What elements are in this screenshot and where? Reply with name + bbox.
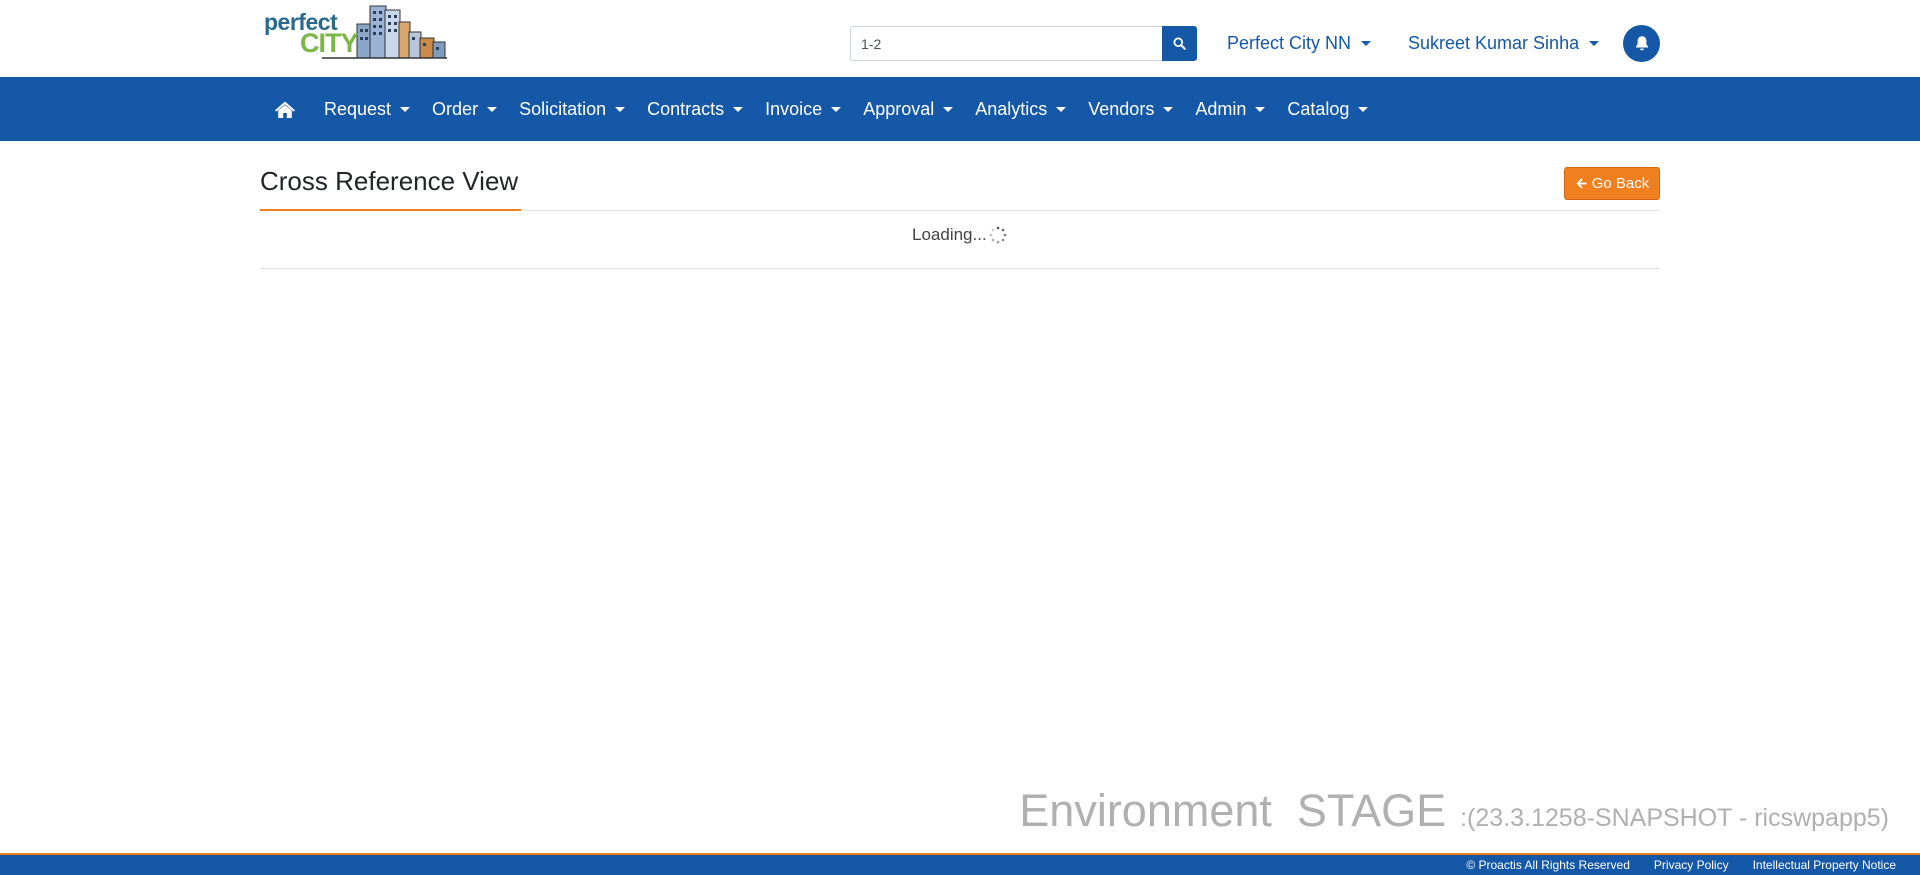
- search-input[interactable]: [850, 26, 1162, 61]
- nav-item-admin[interactable]: Admin: [1186, 77, 1278, 141]
- loading-text: Loading...: [912, 225, 987, 244]
- notifications-button[interactable]: [1623, 25, 1660, 62]
- chevron-down-icon: [400, 106, 411, 112]
- nav-item-request[interactable]: Request: [315, 77, 423, 141]
- page-title: Cross Reference View: [260, 166, 519, 196]
- home-icon: [275, 101, 295, 118]
- nav-label: Admin: [1195, 98, 1247, 119]
- nav-home-button[interactable]: [260, 77, 310, 141]
- user-name-label: Sukreet Kumar Sinha: [1408, 33, 1580, 53]
- user-menu-dropdown[interactable]: Sukreet Kumar Sinha: [1408, 33, 1600, 54]
- chevron-down-icon: [1589, 41, 1600, 46]
- title-accent-underline: [260, 209, 521, 211]
- global-search: [850, 26, 1197, 61]
- main-navbar: Request Order Solicitation Contracts Inv…: [0, 77, 1920, 141]
- nav-label: Approval: [863, 98, 935, 119]
- page-footer: © Proactis All Rights Reserved Privacy P…: [0, 855, 1920, 875]
- chevron-down-icon: [831, 106, 842, 112]
- nav-item-catalog[interactable]: Catalog: [1278, 77, 1381, 141]
- nav-item-approval[interactable]: Approval: [854, 77, 966, 141]
- chevron-down-icon: [943, 106, 954, 112]
- org-selector-dropdown[interactable]: Perfect City NN: [1227, 33, 1372, 54]
- nav-item-contracts[interactable]: Contracts: [638, 77, 756, 141]
- chevron-down-icon: [1163, 106, 1174, 112]
- nav-label: Vendors: [1088, 98, 1155, 119]
- content-divider: [260, 268, 1660, 269]
- nav-label: Solicitation: [519, 98, 607, 119]
- go-back-button[interactable]: Go Back: [1564, 167, 1660, 200]
- nav-label: Catalog: [1287, 98, 1350, 119]
- chevron-down-icon: [1056, 106, 1067, 112]
- nav-label: Contracts: [647, 98, 725, 119]
- nav-item-invoice[interactable]: Invoice: [756, 77, 854, 141]
- ip-notice-link[interactable]: Intellectual Property Notice: [1753, 858, 1896, 872]
- bell-icon: [1635, 36, 1648, 51]
- nav-label: Request: [324, 98, 392, 119]
- top-header: perfect CITY Perfect City NN Sukreet Kum…: [0, 0, 1920, 77]
- nav-item-analytics[interactable]: Analytics: [966, 77, 1079, 141]
- go-back-label: Go Back: [1591, 175, 1650, 192]
- perfect-city-logo[interactable]: perfect CITY: [262, 2, 447, 60]
- chevron-down-icon: [487, 106, 498, 112]
- chevron-down-icon: [1255, 106, 1266, 112]
- nav-item-vendors[interactable]: Vendors: [1079, 77, 1186, 141]
- chevron-down-icon: [1358, 106, 1369, 112]
- environment-watermark: Environment STAGE :(23.3.1258-SNAPSHOT -…: [1019, 785, 1889, 837]
- chevron-down-icon: [615, 106, 626, 112]
- nav-label: Analytics: [975, 98, 1048, 119]
- logo-text-city: CITY: [300, 28, 359, 58]
- environment-version: :(23.3.1258-SNAPSHOT - ricswpapp5): [1460, 804, 1889, 832]
- footer-copyright: © Proactis All Rights Reserved: [1466, 858, 1630, 872]
- nav-item-solicitation[interactable]: Solicitation: [510, 77, 638, 141]
- search-button[interactable]: [1162, 26, 1197, 61]
- environment-label: Environment STAGE: [1019, 785, 1447, 836]
- privacy-policy-link[interactable]: Privacy Policy: [1654, 858, 1729, 872]
- search-icon: [1173, 37, 1186, 50]
- arrow-left-icon: [1576, 178, 1587, 189]
- nav-item-order[interactable]: Order: [423, 77, 510, 141]
- nav-label: Invoice: [765, 98, 823, 119]
- spinner-icon: [989, 226, 1006, 244]
- loading-indicator: Loading...: [912, 225, 1007, 245]
- nav-label: Order: [432, 98, 479, 119]
- org-selector-label: Perfect City NN: [1227, 33, 1352, 53]
- chevron-down-icon: [1361, 41, 1372, 46]
- chevron-down-icon: [733, 106, 744, 112]
